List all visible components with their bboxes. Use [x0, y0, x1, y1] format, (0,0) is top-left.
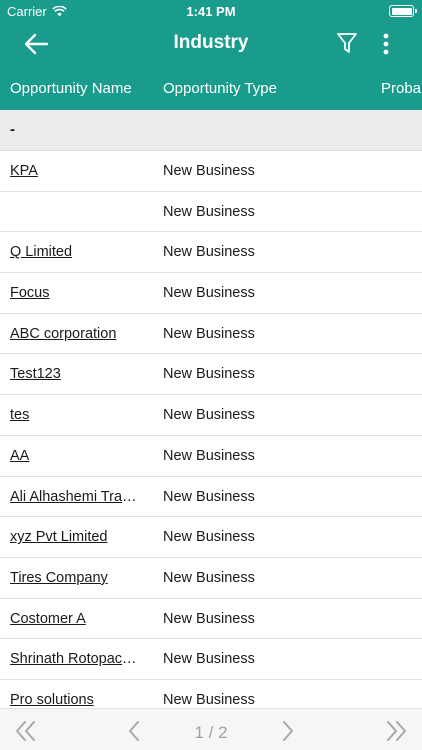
group-header: -: [0, 110, 422, 151]
table-row[interactable]: New Business: [0, 191, 422, 233]
opportunity-type-cell: New Business: [163, 244, 255, 261]
table-row[interactable]: Test123 New Business: [0, 354, 422, 396]
table-row[interactable]: Costomer A New Business: [0, 598, 422, 640]
pagination-bar: 1 / 2: [0, 708, 422, 750]
column-header-opportunity-type[interactable]: Opportunity Type: [163, 80, 277, 97]
column-header-opportunity-name[interactable]: Opportunity Name: [10, 80, 132, 97]
double-chevron-right-icon[interactable]: [384, 720, 408, 742]
status-time: 1:41 PM: [186, 4, 236, 19]
opportunity-type-cell: New Business: [163, 325, 255, 342]
table-row[interactable]: AA New Business: [0, 435, 422, 477]
opportunity-type-cell: New Business: [163, 569, 255, 586]
opportunity-type-cell: New Business: [163, 163, 255, 179]
opportunity-name-link[interactable]: Q Limited: [10, 244, 142, 260]
opportunity-name-link[interactable]: tes: [10, 407, 142, 423]
chevron-right-icon[interactable]: [281, 720, 295, 742]
group-label: -: [10, 121, 15, 138]
table-row[interactable]: Ali Alhashemi Trading New Business: [0, 476, 422, 518]
opportunity-type-cell: New Business: [163, 407, 255, 424]
opportunity-type-cell: New Business: [163, 488, 255, 505]
table-row[interactable]: KPA New Business: [0, 151, 422, 192]
opportunity-name-link[interactable]: Shrinath Rotopack Pvt Ltd: [10, 651, 142, 667]
opportunity-name-link[interactable]: Tires Company: [10, 570, 142, 586]
funnel-icon[interactable]: [336, 31, 358, 55]
opportunity-name-link[interactable]: Pro solutions: [10, 692, 142, 708]
column-header-row: Opportunity Name Opportunity Type Probab: [0, 66, 422, 110]
table-row[interactable]: xyz Pvt Limited New Business: [0, 517, 422, 558]
opportunity-type-cell: New Business: [163, 366, 255, 383]
status-bar: Carrier 1:41 PM: [0, 0, 422, 22]
opportunity-name-link[interactable]: xyz Pvt Limited: [10, 529, 142, 545]
opportunity-type-cell: New Business: [163, 691, 255, 708]
table-row[interactable]: Focus New Business: [0, 273, 422, 314]
navigation-bar: Industry: [0, 22, 422, 66]
opportunity-type-cell: New Business: [163, 610, 255, 627]
opportunity-type-cell: New Business: [163, 447, 255, 464]
opportunity-type-cell: New Business: [163, 203, 255, 220]
opportunity-name-link[interactable]: KPA: [10, 163, 142, 179]
table-row[interactable]: Q Limited New Business: [0, 232, 422, 274]
opportunity-name-link[interactable]: Focus: [10, 285, 142, 301]
opportunity-type-cell: New Business: [163, 285, 255, 302]
page-title: Industry: [173, 32, 249, 53]
table-row[interactable]: Pro solutions New Business: [0, 679, 422, 708]
table-row[interactable]: Shrinath Rotopack Pvt Ltd New Business: [0, 639, 422, 680]
column-header-probability[interactable]: Probab: [381, 80, 422, 97]
table-row[interactable]: Tires Company New Business: [0, 557, 422, 599]
opportunity-list[interactable]: - KPA New Business New Business Q Limited Ne…: [0, 110, 422, 708]
opportunity-type-cell: New Business: [163, 529, 255, 546]
table-row[interactable]: tes New Business: [0, 395, 422, 436]
opportunity-name-link[interactable]: Costomer A: [10, 611, 142, 627]
table-row[interactable]: ABC corporation New Business: [0, 313, 422, 355]
opportunity-name-link[interactable]: ABC corporation: [10, 326, 142, 342]
opportunity-name-link[interactable]: AA: [10, 448, 142, 464]
battery-icon: [389, 5, 417, 17]
page-indicator: 1 / 2: [194, 723, 228, 742]
opportunity-type-cell: New Business: [163, 651, 255, 668]
opportunity-name-link[interactable]: Test123: [10, 366, 142, 382]
vertical-dots-icon[interactable]: [378, 31, 394, 57]
opportunity-name-link[interactable]: Ali Alhashemi Trading: [10, 489, 142, 505]
